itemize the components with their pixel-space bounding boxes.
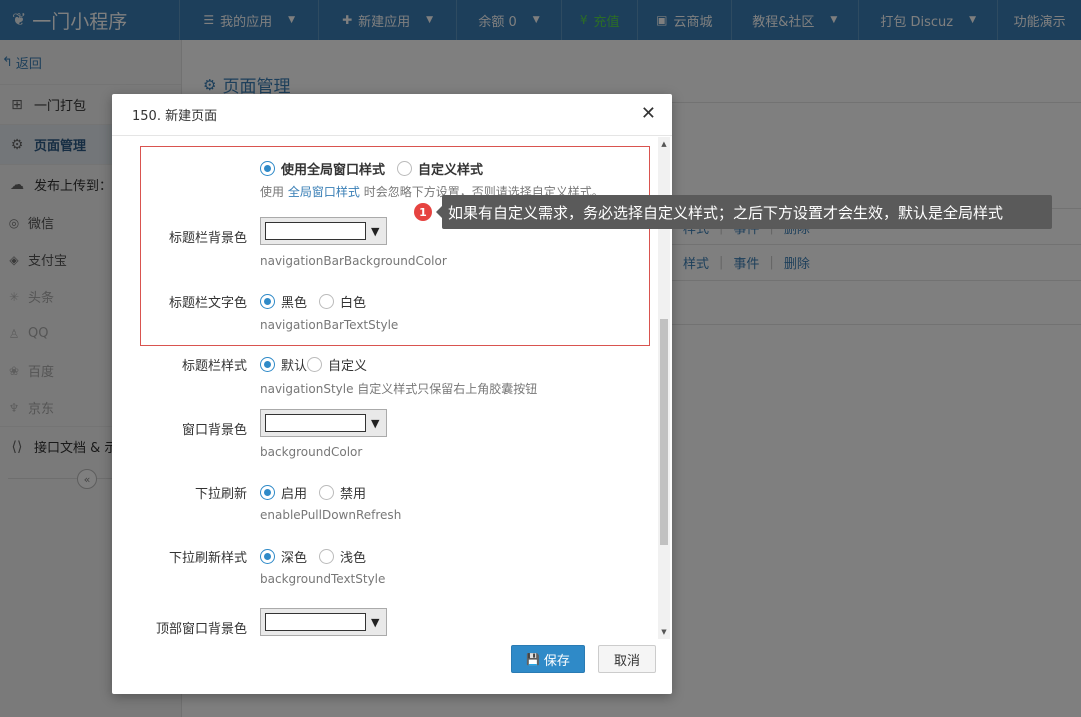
pull-style-help: backgroundTextStyle — [260, 572, 386, 586]
radio-disable[interactable]: 禁用 — [319, 483, 366, 502]
nav-style-radio-group: 默认 自定义 — [260, 355, 379, 374]
scroll-up-icon[interactable]: ▲ — [658, 140, 670, 148]
color-swatch — [265, 613, 366, 631]
nav-text-label: 标题栏文字色 — [168, 296, 247, 311]
dialog-footer: 💾 保存 取消 — [112, 639, 672, 694]
save-icon: 💾 — [526, 652, 540, 666]
pull-style-radio-group: 深色 浅色 — [260, 547, 378, 566]
window-bg-help: backgroundColor — [260, 445, 363, 459]
radio-unchecked-icon[interactable] — [319, 549, 335, 564]
nav-bg-help: navigationBarBackgroundColor — [260, 254, 447, 268]
radio-unchecked-icon[interactable] — [319, 485, 335, 500]
radio-default[interactable]: 默认 — [260, 355, 307, 374]
radio-unchecked-icon[interactable] — [397, 161, 413, 176]
chevron-down-icon: ▼ — [371, 615, 380, 629]
pull-refresh-help: enablePullDownRefresh — [260, 508, 402, 522]
close-icon[interactable]: ✕ — [641, 105, 656, 123]
pull-refresh-radio-group: 启用 禁用 — [260, 483, 378, 502]
window-style-radio-group: 使用全局窗口样式 自定义样式 — [260, 159, 495, 178]
radio-custom[interactable]: 自定义 — [307, 355, 367, 374]
pull-refresh-label: 下拉刷新 — [194, 487, 247, 502]
radio-enable[interactable]: 启用 — [260, 483, 307, 502]
color-swatch — [265, 414, 366, 432]
step-badge: 1 — [414, 203, 432, 221]
radio-checked-icon[interactable] — [260, 485, 275, 500]
window-bg-label: 窗口背景色 — [181, 423, 247, 438]
radio-global-style[interactable]: 使用全局窗口样式 — [260, 159, 385, 178]
scrollbar-thumb[interactable] — [660, 319, 668, 545]
radio-custom-style[interactable]: 自定义样式 — [397, 159, 483, 178]
dialog-title: 150. 新建页面 — [132, 109, 218, 124]
top-bg-color-picker[interactable]: ▼ — [260, 608, 387, 636]
save-button[interactable]: 💾 保存 — [511, 645, 585, 673]
chevron-down-icon: ▼ — [371, 416, 380, 430]
cancel-button[interactable]: 取消 — [598, 645, 656, 673]
nav-bg-color-picker[interactable]: ▼ — [260, 217, 387, 245]
radio-unchecked-icon[interactable] — [319, 294, 335, 309]
scroll-down-icon[interactable]: ▼ — [658, 628, 670, 636]
global-style-link[interactable]: 全局窗口样式 — [288, 185, 360, 199]
nav-style-label: 标题栏样式 — [181, 359, 247, 374]
radio-dark[interactable]: 深色 — [260, 547, 307, 566]
new-page-dialog: 150. 新建页面 ✕ 使用全局窗口样式 自定义样式 使用 全局窗口样式 时会忽… — [112, 94, 672, 694]
guide-tooltip: 如果有自定义需求，务必选择自定义样式；之后下方设置才会生效，默认是全局样式 — [436, 195, 1052, 229]
window-bg-color-picker[interactable]: ▼ — [260, 409, 387, 437]
radio-checked-icon[interactable] — [260, 357, 275, 372]
dialog-header: 150. 新建页面 ✕ — [112, 94, 672, 136]
pull-style-label: 下拉刷新样式 — [168, 551, 247, 566]
radio-unchecked-icon[interactable] — [307, 357, 323, 372]
nav-text-help: navigationBarTextStyle — [260, 318, 399, 332]
radio-light[interactable]: 浅色 — [319, 547, 366, 566]
top-bg-label: 顶部窗口背景色 — [155, 622, 247, 637]
nav-style-help: navigationStyle 自定义样式只保留右上角胶囊按钮 — [260, 382, 538, 396]
nav-bg-label: 标题栏背景色 — [168, 231, 247, 246]
radio-white[interactable]: 白色 — [319, 292, 366, 311]
nav-text-radio-group: 黑色 白色 — [260, 292, 378, 311]
radio-checked-icon[interactable] — [260, 549, 275, 564]
radio-checked-icon[interactable] — [260, 294, 275, 309]
radio-checked-icon[interactable] — [260, 161, 275, 176]
chevron-down-icon: ▼ — [371, 224, 380, 238]
radio-black[interactable]: 黑色 — [260, 292, 307, 311]
color-swatch — [265, 222, 366, 240]
